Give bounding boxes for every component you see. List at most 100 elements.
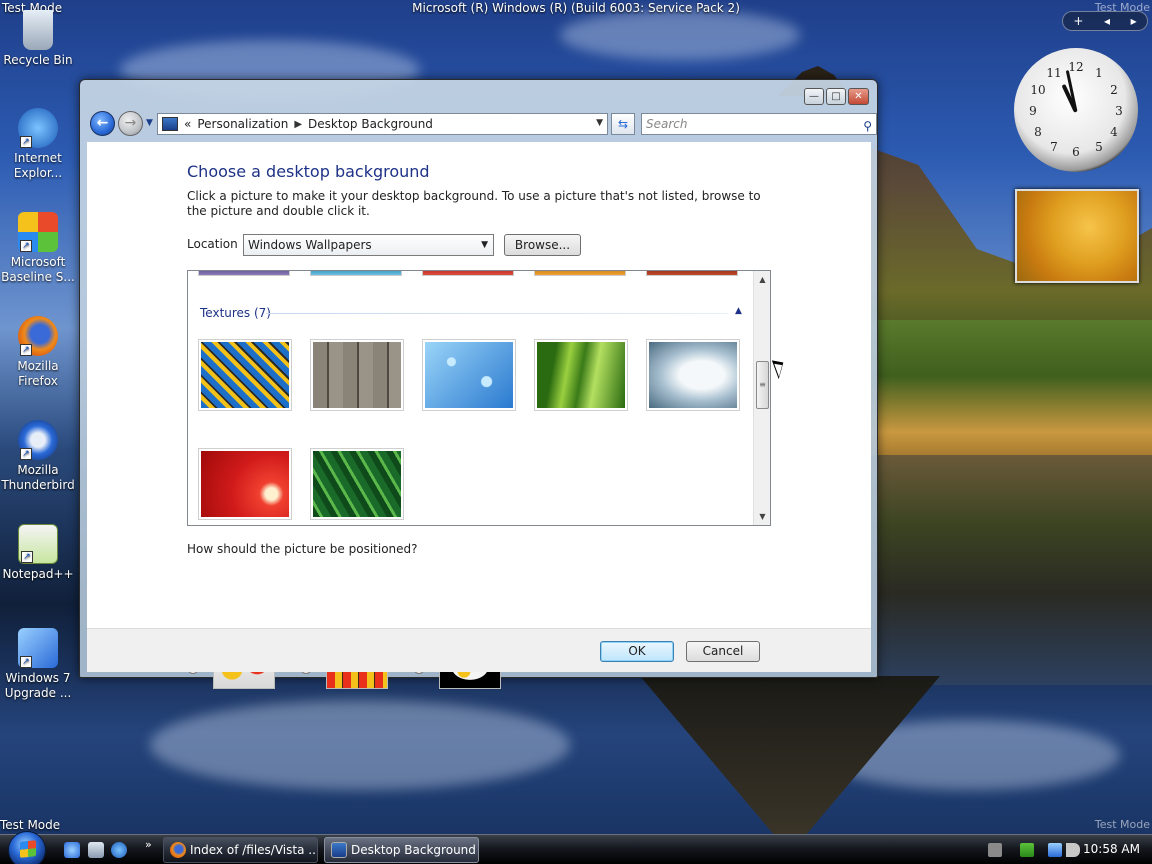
desktop-icon-firefox[interactable]: ↗ Mozilla Firefox (0, 316, 76, 389)
desktop-icon-label: Mozilla Firefox (17, 359, 59, 388)
clock-number: 1 (1095, 66, 1103, 80)
search-icon[interactable]: ⚲ (863, 116, 872, 136)
desktop-icon-windows7-upgrade[interactable]: ↗ Windows 7 Upgrade ... (0, 628, 76, 701)
personalization-icon (331, 842, 347, 858)
sidebar-next-button[interactable]: ▸ (1131, 14, 1137, 28)
breadcrumb-overflow[interactable]: « (184, 117, 191, 131)
recent-pages-dropdown[interactable]: ▼ (146, 118, 153, 128)
breadcrumb-desktop-background[interactable]: Desktop Background (308, 117, 433, 131)
taskbar-clock[interactable]: 10:58 AM (1083, 842, 1140, 856)
desktop-icon-label: Recycle Bin (3, 53, 73, 67)
desktop-icon-label: Microsoft Baseline S... (1, 255, 75, 284)
group-divider (266, 313, 728, 314)
desktop-icon-label: Windows 7 Upgrade ... (4, 671, 72, 700)
address-dropdown-icon[interactable]: ▼ (596, 118, 603, 128)
clock-number: 10 (1030, 83, 1046, 97)
location-dropdown[interactable]: Windows Wallpapers ▼ (243, 234, 494, 256)
chevron-down-icon: ▼ (481, 240, 488, 250)
browse-button[interactable]: Browse... (504, 234, 581, 256)
scroll-down-button[interactable]: ▼ (754, 508, 770, 525)
minimize-button[interactable]: — (804, 88, 824, 105)
sidebar-controls: + ◂ ▸ (1062, 11, 1148, 31)
scroll-up-button[interactable]: ▲ (754, 271, 770, 288)
clock-number: 4 (1110, 125, 1118, 139)
desktop-icon-notepad-plus-plus[interactable]: ↗ Notepad++ (0, 524, 76, 582)
texture-thumbnail-water-drops[interactable] (422, 339, 516, 411)
slideshow-gadget[interactable] (1015, 189, 1139, 283)
system-tray: 10:58 AM (962, 835, 1152, 864)
texture-thumbnail-fish[interactable] (198, 339, 292, 411)
partial-thumbnail[interactable] (534, 271, 626, 276)
test-mode-watermark-bottom-right: Test Mode (1094, 818, 1150, 831)
security-center-icon[interactable] (1020, 843, 1034, 857)
window-controls: — □ ✕ (804, 88, 869, 105)
search-input[interactable]: Search ⚲ (641, 113, 877, 135)
scrollbar-thumb[interactable]: ≡ (756, 361, 769, 409)
ok-button[interactable]: OK (600, 641, 674, 662)
desktop-icon-internet-explorer[interactable]: ↗ Internet Explor... (0, 108, 76, 181)
firefox-icon (170, 842, 186, 858)
partial-thumbnail[interactable] (310, 271, 402, 276)
clock-number: 8 (1034, 125, 1042, 139)
texture-thumbnail-circuit[interactable] (310, 448, 404, 520)
firefox-icon: ↗ (18, 316, 58, 356)
breadcrumb-personalization[interactable]: Personalization (197, 117, 288, 131)
navigation-bar: ← → ▼ « Personalization ▶ Desktop Backgr… (88, 111, 877, 137)
desktop-icon-recycle-bin[interactable]: Recycle Bin (0, 10, 76, 68)
partial-thumbnail[interactable] (198, 271, 290, 276)
notepad-plus-plus-icon: ↗ (18, 524, 58, 564)
page-title: Choose a desktop background (187, 162, 430, 181)
taskbar: » Index of /files/Vista ... Desktop Back… (0, 831, 1152, 864)
location-label: Location (187, 237, 238, 251)
clock-number: 11 (1046, 66, 1062, 80)
desktop-background-window: — □ ✕ ← → ▼ « Personalization ▶ Desktop … (79, 79, 878, 689)
back-button[interactable]: ← (90, 111, 115, 136)
texture-thumbnail-grass[interactable] (534, 339, 628, 411)
taskbar-button-firefox[interactable]: Index of /files/Vista ... (163, 837, 318, 863)
quick-launch-overflow[interactable]: » (145, 838, 152, 851)
partial-thumbnail[interactable] (422, 271, 514, 276)
address-bar[interactable]: « Personalization ▶ Desktop Background ▼ (157, 113, 608, 135)
search-placeholder: Search (646, 117, 688, 131)
taskbar-button-label: Index of /files/Vista ... (190, 843, 318, 857)
start-button[interactable] (8, 831, 46, 864)
clock-gadget[interactable]: 12 1 2 3 4 5 6 7 8 9 10 11 (1014, 48, 1138, 172)
desktop-icon-thunderbird[interactable]: ↗ Mozilla Thunderbird (0, 420, 76, 493)
clock-number: 7 (1050, 140, 1058, 154)
keyboard-icon[interactable] (988, 843, 1002, 857)
show-desktop-icon[interactable] (64, 842, 80, 858)
volume-icon[interactable] (1066, 843, 1080, 857)
breadcrumb-separator-icon[interactable]: ▶ (294, 119, 302, 130)
group-title-textures[interactable]: Textures (7) (200, 306, 271, 320)
dialog-footer: OK Cancel (87, 628, 871, 672)
desktop-icon-baseline-security[interactable]: ↗ Microsoft Baseline S... (0, 212, 76, 285)
clock-number: 12 (1068, 60, 1084, 74)
internet-explorer-icon[interactable] (111, 842, 127, 858)
clock-number: 5 (1095, 140, 1103, 154)
close-button[interactable]: ✕ (848, 88, 869, 105)
content-pane: Choose a desktop background Click a pict… (87, 142, 871, 689)
windows7-upgrade-icon: ↗ (18, 628, 58, 668)
add-gadget-button[interactable]: + (1073, 14, 1083, 28)
desktop-icon-label: Mozilla Thunderbird (1, 463, 75, 492)
sidebar-prev-button[interactable]: ◂ (1104, 14, 1110, 28)
texture-thumbnail-red-flower[interactable] (198, 448, 292, 520)
partial-thumbnail[interactable] (646, 271, 738, 276)
collapse-icon[interactable]: ▲ (735, 306, 742, 316)
forward-button[interactable]: → (118, 111, 143, 136)
taskbar-button-desktop-background[interactable]: Desktop Background (324, 837, 479, 863)
recycle-bin-icon (23, 10, 53, 50)
cancel-button[interactable]: Cancel (686, 641, 760, 662)
texture-thumbnail-frost[interactable] (646, 339, 740, 411)
network-icon[interactable] (1048, 843, 1062, 857)
refresh-button[interactable]: ⇆ (611, 113, 635, 135)
clock-number: 6 (1072, 145, 1080, 159)
texture-thumbnail-wood[interactable] (310, 339, 404, 411)
clock-number: 3 (1115, 104, 1123, 118)
switch-windows-icon[interactable] (88, 842, 104, 858)
taskbar-button-label: Desktop Background (351, 843, 476, 857)
clock-number: 2 (1110, 83, 1118, 97)
picture-list-scrollbar[interactable]: ▲ ≡ ▼ (753, 271, 770, 525)
maximize-button[interactable]: □ (826, 88, 846, 105)
internet-explorer-icon: ↗ (18, 108, 58, 148)
